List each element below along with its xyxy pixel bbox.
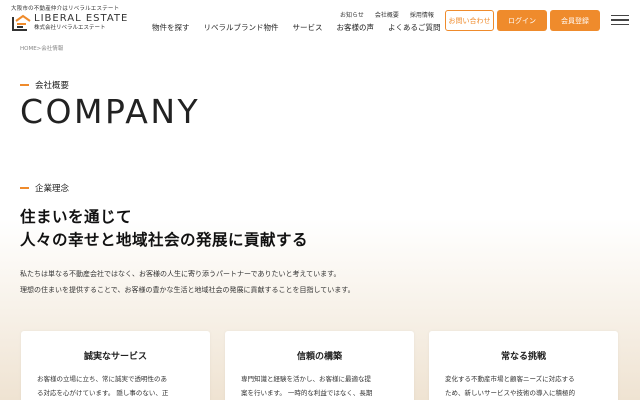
philosophy-section-label: 企業理念 (20, 182, 69, 194)
sub-nav-recruit[interactable]: 採用情報 (410, 10, 434, 19)
philosophy-intro: 私たちは単なる不動産会社ではなく、お客様の人生に寄り添うパートナーでありたいと考… (20, 266, 355, 298)
contact-button[interactable]: お問い合わせ (445, 10, 494, 31)
value-card: 信頼の構築 専門知識と経験を活かし、お客様に最適な提 案を行います。 一時的な利… (225, 331, 414, 400)
dash-decoration (20, 84, 29, 86)
page-title: COMPANY (20, 92, 201, 131)
intro-line-1: 私たちは単なる不動産会社ではなく、お客様の人生に寄り添うパートナーでありたいと考… (20, 270, 341, 278)
intro-line-2: 理想の住まいを提供することで、お客様の豊かな生活と地域社会の発展に貢献することを… (20, 286, 355, 294)
register-button[interactable]: 会員登録 (550, 10, 600, 31)
card-text-line: 変化する不動産市場と顧客ニーズに対応する (445, 375, 575, 383)
overview-section-label: 会社概要 (20, 79, 69, 91)
card-title: 常なる挑戦 (500, 352, 546, 362)
card-title: 信頼の構築 (296, 352, 342, 362)
breadcrumb[interactable]: HOME>会社情報 (20, 44, 63, 52)
nav-customer-voice[interactable]: お客様の声 (337, 22, 375, 33)
nav-faq[interactable]: よくあるご質問 (388, 22, 441, 33)
logo-name: LIBERAL ESTATE (34, 13, 129, 25)
sub-nav-company[interactable]: 会社概要 (375, 10, 399, 19)
philosophy-headline: 住まいを通じて 人々の幸せと地域社会の発展に貢献する (20, 206, 308, 252)
logo-company-name: 株式会社リベラルエステート (34, 25, 106, 32)
philosophy-label-text: 企業理念 (35, 184, 70, 194)
nav-service[interactable]: サービス (293, 22, 323, 33)
overview-label-text: 会社概要 (35, 81, 70, 91)
site-tagline: 大阪市の不動産仲介はリベラルエステート (11, 6, 120, 12)
card-text-line: ため、新しいサービスや技術の導入に積極的 (445, 389, 575, 397)
card-title: 誠実なサービス (83, 352, 147, 362)
headline-line-1: 住まいを通じて (20, 208, 133, 226)
site-logo[interactable]: LIBERAL ESTATE 株式会社リベラルエステート (11, 13, 128, 33)
site-header: 大阪市の不動産仲介はリベラルエステート LIBERAL ESTATE 株式会社リ… (0, 0, 640, 42)
headline-line-2: 人々の幸せと地域社会の発展に貢献する (20, 231, 309, 249)
value-card: 常なる挑戦 変化する不動産市場と顧客ニーズに対応する ため、新しいサービスや技術… (429, 331, 618, 400)
login-button[interactable]: ログイン (497, 10, 547, 31)
nav-liberal-brand[interactable]: リベラルブランド物件 (204, 22, 279, 33)
card-body: 変化する不動産市場と顧客ニーズに対応する ため、新しいサービスや技術の導入に積極… (445, 372, 604, 400)
card-text-line: 案を行います。 一時的な利益ではなく、長期 (241, 389, 373, 397)
nav-search-property[interactable]: 物件を探す (152, 22, 190, 33)
dash-decoration (20, 187, 29, 189)
card-text-line: る対応を心がけています。 隠し事のない、正 (37, 389, 169, 397)
hamburger-icon[interactable] (611, 15, 629, 25)
sub-nav-news[interactable]: お知らせ (340, 10, 364, 19)
card-body: お客様の立場に立ち、常に誠実で透明性のあ る対応を心がけています。 隠し事のない… (37, 372, 196, 400)
main-nav: 物件を探す リベラルブランド物件 サービス お客様の声 よくあるご質問 (152, 22, 455, 33)
card-text-line: お客様の立場に立ち、常に誠実で透明性のあ (37, 375, 167, 383)
card-body: 専門知識と経験を活かし、お客様に最適な提 案を行います。 一時的な利益ではなく、… (241, 372, 400, 400)
card-text-line: 専門知識と経験を活かし、お客様に最適な提 (241, 375, 371, 383)
logo-mark-icon (11, 13, 31, 33)
sub-nav: お知らせ 会社概要 採用情報 (340, 10, 434, 19)
value-card: 誠実なサービス お客様の立場に立ち、常に誠実で透明性のあ る対応を心がけています… (21, 331, 210, 400)
